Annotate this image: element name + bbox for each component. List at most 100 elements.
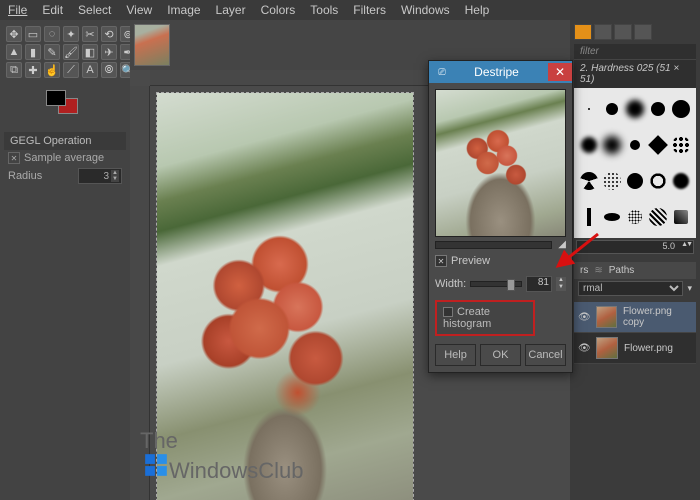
layer-thumbnail [596,306,617,328]
tool-text[interactable]: A [82,62,98,78]
layer-name: Flower.png [624,343,673,354]
menu-edit[interactable]: Edit [42,3,63,17]
menu-bar: File Edit Select View Image Layer Colors… [0,0,700,20]
ok-button[interactable]: OK [480,344,521,366]
histogram-checkbox[interactable] [443,307,453,317]
menu-filters[interactable]: Filters [353,3,386,17]
tool-pencil[interactable]: ✎ [44,44,60,60]
brush-preset[interactable] [578,128,599,162]
preview-image[interactable] [435,89,566,237]
brush-preset[interactable] [624,128,645,162]
tool-brush[interactable]: 🖌 [63,44,79,60]
tool-fuzzy-select[interactable]: ✦ [63,26,79,42]
brush-preset[interactable] [648,164,669,198]
brush-preset[interactable] [648,92,669,126]
menu-file[interactable]: File [8,3,27,17]
width-label: Width: [435,278,466,290]
image-tab-thumbnail[interactable] [134,24,170,66]
tool-bucket[interactable]: ▲ [6,44,22,60]
radius-down[interactable]: ▼ [111,176,119,182]
brush-preset[interactable] [624,92,645,126]
brush-preset[interactable] [601,92,622,126]
layers-tab[interactable]: rs [580,265,588,276]
foreground-color[interactable] [46,90,66,106]
tool-clone[interactable]: ⧉ [6,62,22,78]
create-histogram-toggle[interactable]: Create histogram [435,300,535,336]
brush-preset[interactable] [648,200,669,234]
brush-preset[interactable] [671,164,692,198]
cancel-button[interactable]: Cancel [525,344,566,366]
brush-preset[interactable] [601,200,622,234]
menu-help[interactable]: Help [465,3,490,17]
brush-tab-1[interactable] [574,24,592,40]
toolbox-panel: ✥ ▭ ◌ ✦ ✂ ⟲ ⊚ ▲ ▮ ✎ 🖌 ◧ ✈ ✒ ⧉ ✚ ☝ ⟋ A ⦾ … [0,20,130,500]
tool-heal[interactable]: ✚ [25,62,41,78]
menu-layer[interactable]: Layer [216,3,246,17]
watermark: The WindowsClub [140,430,304,482]
tool-transform[interactable]: ⟲ [101,26,117,42]
close-option-icon[interactable]: ✕ [8,152,20,164]
tool-eraser[interactable]: ◧ [82,44,98,60]
brush-tab-3[interactable] [614,24,632,40]
menu-colors[interactable]: Colors [261,3,296,17]
preview-nav-icon[interactable]: ◢ [558,239,566,250]
tool-picker[interactable]: ⦾ [101,62,117,78]
tool-gradient[interactable]: ▮ [25,44,41,60]
brush-tab-2[interactable] [594,24,612,40]
brush-preset[interactable] [578,92,599,126]
paths-tab[interactable]: Paths [609,265,635,276]
color-swatches[interactable] [46,90,82,122]
brush-preset[interactable] [601,128,622,162]
brush-tab-4[interactable] [634,24,652,40]
brush-preset[interactable] [624,164,645,198]
brush-preset[interactable] [578,164,599,198]
help-button[interactable]: Help [435,344,476,366]
layers-tabs: rs ≋ Paths [574,262,696,279]
option-sample-average[interactable]: ✕ Sample average [4,150,126,166]
visibility-icon[interactable]: 👁 [578,312,590,323]
layer-row[interactable]: 👁 Flower.png copy [574,302,696,333]
dialog-titlebar[interactable]: ⎚ Destripe ✕ [429,61,572,83]
brush-preset[interactable] [601,164,622,198]
preview-toggle[interactable]: ✕ Preview [435,250,566,272]
tool-free-select[interactable]: ◌ [44,26,60,42]
menu-image[interactable]: Image [167,3,200,17]
close-button[interactable]: ✕ [548,63,572,81]
tool-airbrush[interactable]: ✈ [101,44,117,60]
width-up[interactable]: ▲ [556,277,566,284]
menu-select[interactable]: Select [78,3,111,17]
menu-view[interactable]: View [126,3,152,17]
brush-filter-input[interactable]: filter [574,44,696,59]
blend-mode-select[interactable]: rmal [578,281,683,296]
layer-list: 👁 Flower.png copy 👁 Flower.png [574,302,696,364]
preview-checkbox[interactable]: ✕ [435,255,447,267]
brush-selected-label: 2. Hardness 025 (51 × 51) [574,59,696,88]
width-slider[interactable] [470,281,522,287]
tool-rect-select[interactable]: ▭ [25,26,41,42]
layer-row[interactable]: 👁 Flower.png [574,333,696,364]
preview-scrollbar[interactable] [435,241,552,249]
brush-size-field[interactable]: 5.0 [576,240,694,254]
tool-grid: ✥ ▭ ◌ ✦ ✂ ⟲ ⊚ ▲ ▮ ✎ 🖌 ◧ ✈ ✒ ⧉ ✚ ☝ ⟋ A ⦾ … [4,24,126,80]
radius-field[interactable]: 3 ▲▼ [78,168,122,184]
option-radius: Radius 3 ▲▼ [4,166,126,186]
brush-preset[interactable] [671,92,692,126]
layer-name: Flower.png copy [623,306,692,328]
tool-options-title: GEGL Operation [4,132,126,150]
brush-preset[interactable] [648,128,669,162]
width-down[interactable]: ▼ [556,284,566,291]
tool-crop[interactable]: ✂ [82,26,98,42]
brush-preset[interactable] [624,200,645,234]
brush-preset[interactable] [671,200,692,234]
slider-thumb[interactable] [507,279,515,291]
brush-preset[interactable] [578,200,599,234]
menu-tools[interactable]: Tools [310,3,338,17]
tool-path[interactable]: ⟋ [63,62,79,78]
width-field[interactable]: 81 [526,276,552,292]
watermark-logo-icon [143,452,169,478]
visibility-icon[interactable]: 👁 [578,343,590,354]
tool-move[interactable]: ✥ [6,26,22,42]
menu-windows[interactable]: Windows [401,3,450,17]
brush-preset[interactable] [671,128,692,162]
tool-smudge[interactable]: ☝ [44,62,60,78]
